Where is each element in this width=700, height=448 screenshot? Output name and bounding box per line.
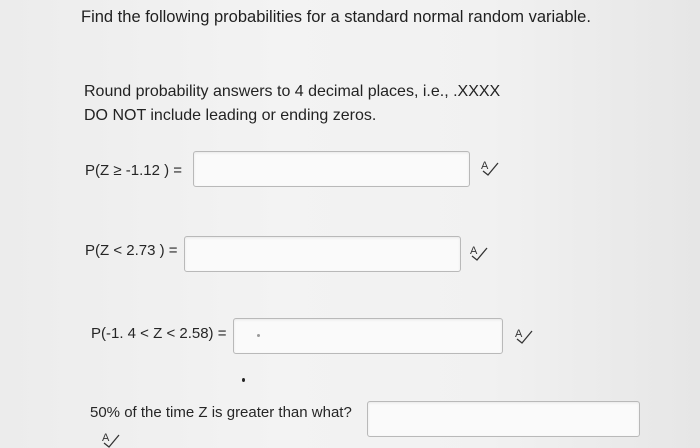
question-3-answer-input[interactable] — [233, 318, 503, 354]
instruction-zeros: DO NOT include leading or ending zeros. — [84, 107, 377, 124]
svg-text:A: A — [470, 245, 478, 257]
svg-text:A: A — [481, 160, 489, 172]
question-4-label: 50% of the time Z is greater than what? — [90, 404, 352, 421]
stray-mark — [242, 378, 245, 382]
spell-check-icon[interactable]: A — [101, 430, 121, 448]
instruction-rounding: Round probability answers to 4 decimal p… — [84, 83, 501, 100]
page-title: Find the following probabilities for a s… — [81, 8, 591, 26]
question-1-label: P(Z ≥ -1.12 ) = — [85, 162, 183, 179]
question-2-answer-input[interactable] — [184, 236, 461, 272]
question-1-answer-input[interactable] — [193, 151, 470, 187]
spell-check-icon[interactable]: A — [469, 243, 489, 261]
spell-check-icon[interactable]: A — [514, 326, 534, 344]
spell-check-icon[interactable]: A — [480, 158, 500, 176]
question-4-answer-input[interactable] — [367, 401, 640, 437]
cursor-mark — [257, 334, 260, 337]
question-3-label: P(-1. 4 < Z < 2.58) = — [91, 325, 227, 342]
svg-text:A: A — [102, 432, 110, 444]
question-2-label: P(Z < 2.73 ) = — [85, 242, 178, 259]
svg-text:A: A — [515, 328, 523, 340]
